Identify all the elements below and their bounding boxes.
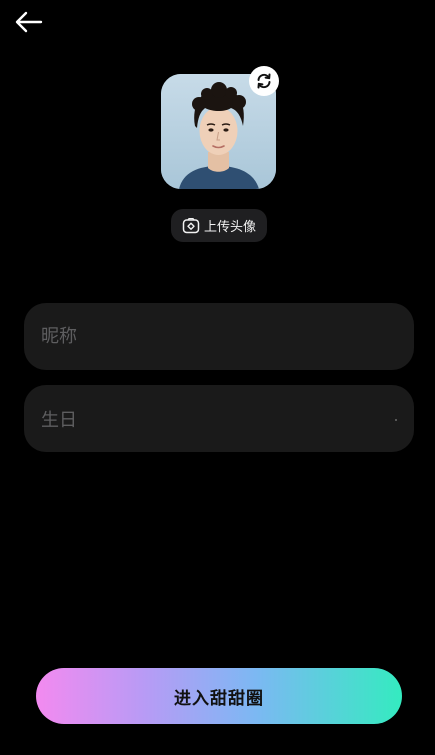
nickname-field-container <box>24 303 414 370</box>
birthday-placeholder: 生日 <box>41 409 77 431</box>
enter-button[interactable]: 进入甜甜圈 <box>36 668 402 724</box>
arrow-left-icon <box>15 11 43 33</box>
refresh-avatar-button[interactable] <box>249 66 279 96</box>
back-button[interactable] <box>12 8 46 36</box>
upload-avatar-button[interactable]: 上传头像 <box>171 209 267 242</box>
avatar-container <box>161 66 279 189</box>
birthday-field[interactable]: 生日 <box>24 385 414 452</box>
birthday-indicator-dot <box>395 419 397 421</box>
refresh-icon <box>257 73 271 89</box>
enter-button-label: 进入甜甜圈 <box>174 688 264 709</box>
camera-icon <box>182 217 200 233</box>
nickname-input[interactable] <box>41 326 371 347</box>
upload-avatar-label: 上传头像 <box>203 220 256 235</box>
